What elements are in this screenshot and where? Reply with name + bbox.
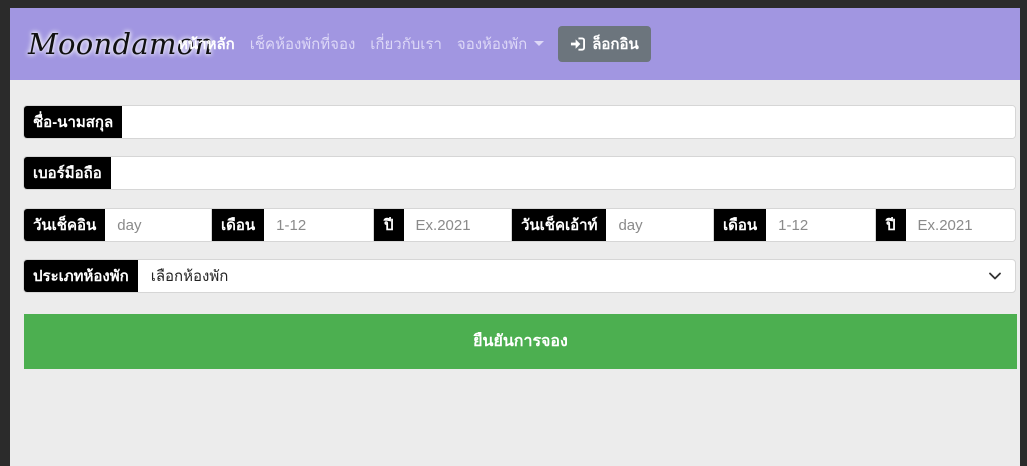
checkin-year-label: ปี	[374, 209, 404, 241]
checkout-day-label: วันเช็คเอ้าท์	[512, 209, 607, 241]
nav-dropdown-book-room[interactable]: จองห้องพัก	[456, 32, 545, 56]
checkin-month-group: เดือน	[212, 208, 374, 242]
dates-row: วันเช็คอิน เดือน ปี วันเช็คเอ้าท์ เดือน …	[23, 208, 1016, 242]
fullname-input[interactable]	[122, 106, 1015, 138]
room-type-row: ประเภทห้องพัก เลือกห้องพัก	[23, 259, 1016, 293]
checkin-year-input[interactable]	[403, 209, 511, 241]
checkout-year-label: ปี	[876, 209, 906, 241]
login-label: ล็อกอิน	[592, 36, 639, 53]
login-button[interactable]: ล็อกอิน	[558, 26, 651, 62]
nav-link-home[interactable]: หน้าหลัก	[178, 32, 235, 56]
room-type-dropdown-toggle[interactable]	[975, 260, 1015, 292]
confirm-booking-button[interactable]: ยืนยันการจอง	[24, 314, 1017, 369]
navbar: Moondamon หน้าหลัก เช็คห้องพักที่จอง เกี…	[10, 8, 1020, 80]
caret-down-icon	[534, 41, 545, 46]
nav-link-about[interactable]: เกี่ยวกับเรา	[370, 32, 442, 56]
phone-input[interactable]	[110, 157, 1015, 189]
checkin-year-group: ปี	[374, 208, 512, 242]
checkin-day-input[interactable]	[105, 209, 211, 241]
room-type-group: ประเภทห้องพัก เลือกห้องพัก	[23, 259, 1016, 293]
checkout-year-input[interactable]	[905, 209, 1015, 241]
checkout-day-group: วันเช็คเอ้าท์	[512, 208, 714, 242]
fullname-group: ชื่อ-นามสกุล	[23, 105, 1016, 139]
checkin-month-input[interactable]	[264, 209, 373, 241]
sign-in-icon	[571, 37, 586, 51]
fullname-row: ชื่อ-นามสกุล	[23, 105, 1016, 139]
nav-link-book-room-label: จองห้องพัก	[456, 36, 528, 53]
checkout-month-input[interactable]	[766, 209, 875, 241]
fullname-label: ชื่อ-นามสกุล	[24, 106, 123, 138]
room-type-select[interactable]: เลือกห้องพัก	[137, 260, 975, 292]
checkin-month-label: เดือน	[212, 209, 265, 241]
app-frame: Moondamon หน้าหลัก เช็คห้องพักที่จอง เกี…	[10, 8, 1020, 466]
checkout-day-input[interactable]	[606, 209, 713, 241]
checkin-day-group: วันเช็คอิน	[23, 208, 212, 242]
checkout-month-group: เดือน	[714, 208, 876, 242]
phone-group: เบอร์มือถือ	[23, 156, 1016, 190]
room-type-label: ประเภทห้องพัก	[24, 260, 138, 292]
checkin-day-label: วันเช็คอิน	[24, 209, 106, 241]
checkout-month-label: เดือน	[714, 209, 767, 241]
chevron-down-icon	[989, 272, 1001, 280]
brand-logo[interactable]: Moondamon	[28, 27, 213, 61]
phone-label: เบอร์มือถือ	[24, 157, 111, 189]
nav-link-check-booking[interactable]: เช็คห้องพักที่จอง	[250, 32, 356, 56]
phone-row: เบอร์มือถือ	[23, 156, 1016, 190]
checkout-year-group: ปี	[876, 208, 1016, 242]
room-type-selected-value: เลือกห้องพัก	[150, 268, 229, 285]
